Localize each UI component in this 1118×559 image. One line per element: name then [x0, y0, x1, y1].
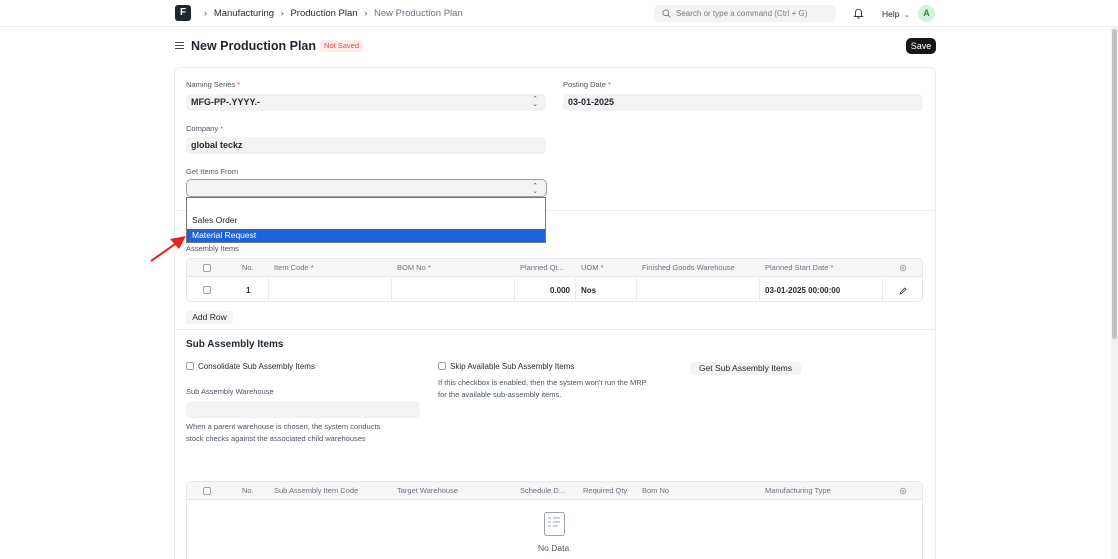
help-dropdown[interactable]: Help ⌄ [882, 9, 910, 19]
col-uom: UOM * [581, 263, 604, 272]
cell-divider [759, 278, 760, 302]
breadcrumb-production-plan[interactable]: Production Plan [290, 8, 357, 19]
chevron-down-icon: ⌄ [903, 12, 910, 19]
bell-icon[interactable] [853, 7, 864, 19]
page-scrollbar[interactable] [1111, 27, 1118, 559]
skip-description: If this checkbox is enabled, then the sy… [438, 378, 647, 399]
skip-label: Skip Available Sub Assembly Items [450, 362, 575, 371]
select-arrows-icon: ⌃ ⌄ [532, 183, 538, 195]
save-button[interactable]: Save [906, 38, 936, 54]
col-no: No. [242, 486, 254, 495]
gear-icon[interactable] [899, 264, 907, 272]
row-no: 1 [246, 286, 251, 295]
col-no: No. [242, 263, 254, 272]
table-header: No. Item Code * BOM No * Planned Qt... U… [187, 259, 922, 277]
col-manufacturing-type: Manufacturing Type [765, 486, 831, 495]
chevron-right-icon: › [280, 8, 284, 19]
sub-assembly-title: Sub Assembly Items [186, 339, 284, 350]
naming-series-select[interactable]: MFG-PP-.YYYY.- ⌃ ⌄ [186, 94, 546, 111]
get-sub-assembly-items-button[interactable]: Get Sub Assembly Items [690, 362, 801, 375]
skip-checkbox-row[interactable]: Skip Available Sub Assembly Items [438, 362, 574, 371]
col-sub-assembly-item-code: Sub Assembly Item Code [274, 486, 359, 495]
naming-series-value: MFG-PP-.YYYY.- [191, 97, 261, 107]
breadcrumb: › Manufacturing › Production Plan › New … [200, 8, 463, 19]
section-divider [174, 329, 936, 330]
gear-icon[interactable] [899, 487, 907, 495]
cell-divider [575, 278, 576, 302]
consolidate-label: Consolidate Sub Assembly Items [198, 362, 315, 371]
skip-checkbox[interactable] [438, 362, 446, 370]
get-items-from-dropdown: Sales Order Material Request [186, 197, 546, 243]
col-target-warehouse: Target Warehouse [397, 486, 459, 495]
chevron-right-icon: › [364, 8, 368, 19]
row-planned-qty[interactable]: 0.000 [520, 286, 570, 295]
col-planned-qty: Planned Qt... [520, 263, 564, 272]
warehouse-description: When a parent warehouse is chosen, the s… [186, 422, 381, 443]
select-all-checkbox[interactable] [203, 264, 211, 272]
red-arrow-annotation-icon [150, 236, 186, 262]
sidebar-toggle-icon[interactable] [175, 41, 184, 50]
consolidate-checkbox-row[interactable]: Consolidate Sub Assembly Items [186, 362, 315, 371]
search-placeholder: Search or type a command (Ctrl + G) [676, 9, 808, 18]
get-items-from-label: Get Items From [186, 167, 239, 176]
row-uom[interactable]: Nos [581, 286, 596, 295]
chevron-right-icon: › [204, 8, 208, 19]
avatar[interactable]: A [918, 5, 935, 22]
assembly-items-label: Assembly Items [186, 244, 239, 253]
status-badge: Not Saved [320, 40, 364, 52]
search-icon [662, 9, 671, 18]
navbar: F › Manufacturing › Production Plan › Ne… [0, 0, 1118, 27]
empty-document-icon [544, 512, 565, 536]
naming-series-label: Naming Series * [186, 80, 241, 89]
scrollbar-thumb[interactable] [1112, 29, 1117, 339]
col-required-qty: Required Qty [583, 486, 628, 495]
col-bom-no: Bom No [642, 486, 670, 495]
row-start-date[interactable]: 03-01-2025 00:00:00 [765, 286, 840, 295]
edit-pencil-icon[interactable] [899, 287, 907, 295]
cell-divider [636, 278, 637, 302]
add-row-button[interactable]: Add Row [186, 311, 233, 324]
get-items-from-select[interactable]: ⌃ ⌄ [186, 179, 547, 197]
assembly-items-table: No. Item Code * BOM No * Planned Qt... U… [186, 258, 923, 302]
breadcrumb-current: New Production Plan [374, 8, 463, 19]
company-field[interactable]: global teckz [186, 137, 546, 154]
consolidate-checkbox[interactable] [186, 362, 194, 370]
breadcrumb-manufacturing[interactable]: Manufacturing [214, 8, 274, 19]
app-logo[interactable]: F [175, 5, 191, 21]
col-planned-start-date: Planned Start Date * [765, 263, 834, 272]
select-all-checkbox[interactable] [203, 487, 211, 495]
col-finished-goods-warehouse: Finished Goods Warehouse [642, 263, 735, 272]
col-schedule-date: Schedule D... [520, 486, 566, 495]
search-input[interactable]: Search or type a command (Ctrl + G) [654, 5, 836, 22]
company-label: Company * [186, 124, 224, 133]
select-arrows-icon: ⌃ ⌄ [532, 96, 538, 108]
cell-divider [268, 278, 269, 302]
posting-date-label: Posting Date * [563, 80, 611, 89]
option-material-request[interactable]: Material Request [187, 229, 545, 242]
col-bom-no: BOM No * [397, 263, 431, 272]
cell-divider [514, 278, 515, 302]
table-header: No. Sub Assembly Item Code Target Wareho… [187, 482, 922, 500]
col-item-code: Item Code * [274, 263, 314, 272]
row-checkbox[interactable] [203, 286, 211, 294]
sub-assembly-warehouse-field[interactable] [186, 401, 420, 418]
page-title: New Production Plan [191, 39, 317, 53]
no-data-text: No Data [538, 543, 570, 553]
posting-date-field[interactable]: 03-01-2025 [563, 94, 923, 111]
sub-assembly-warehouse-label: Sub Assembly Warehouse [186, 387, 274, 396]
cell-divider [391, 278, 392, 302]
help-label: Help [882, 9, 900, 19]
option-sales-order[interactable]: Sales Order [187, 214, 545, 227]
cell-divider [882, 278, 883, 302]
